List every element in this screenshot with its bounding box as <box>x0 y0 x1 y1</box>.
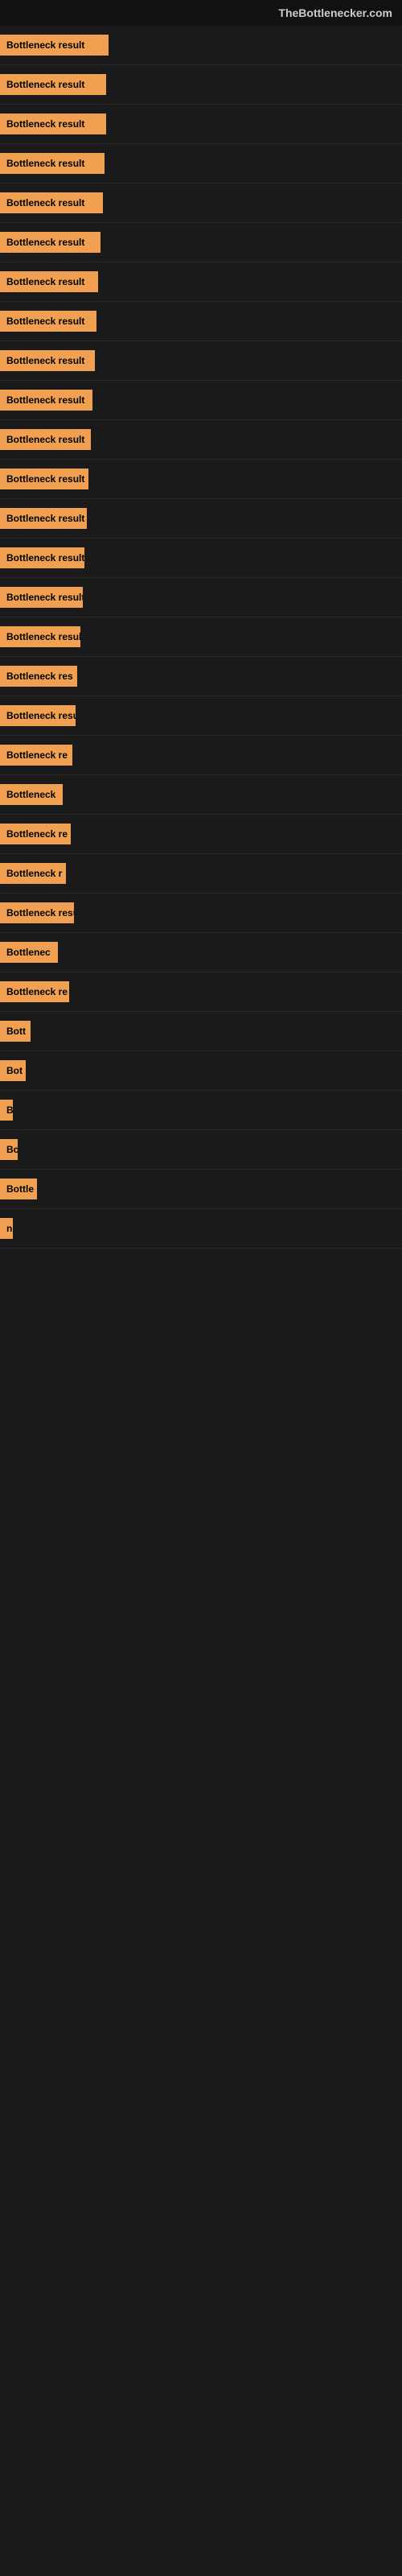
bottleneck-bar: Bott <box>0 1017 402 1046</box>
bars-container: Bottleneck result Bottleneck result Bottle… <box>0 26 402 1732</box>
bottleneck-label: Bottleneck re <box>0 745 72 766</box>
bar-row: Bottleneck result <box>0 144 402 184</box>
bar-row: Bottleneck result <box>0 381 402 420</box>
bottleneck-label: Bottleneck result <box>0 153 105 174</box>
bottleneck-label: Bottleneck result <box>0 390 92 411</box>
bottleneck-bar: Bottleneck <box>0 780 402 809</box>
bar-row: Bottleneck re <box>0 815 402 854</box>
bar-row: Bottleneck result <box>0 65 402 105</box>
bottleneck-bar: Bottleneck result <box>0 188 402 217</box>
bottleneck-label: Bottleneck result <box>0 232 100 253</box>
bottleneck-label: Bottlenec <box>0 942 58 963</box>
bottleneck-bar: Bottleneck result <box>0 622 402 651</box>
bottleneck-bar: B <box>0 1096 402 1125</box>
bottleneck-label: Bottleneck result <box>0 271 98 292</box>
bottleneck-bar: Bottleneck result <box>0 31 402 60</box>
bottleneck-bar: Bottleneck result <box>0 149 402 178</box>
bottleneck-label: Bottleneck r <box>0 863 66 884</box>
bottleneck-label: Bottleneck result <box>0 192 103 213</box>
bottleneck-bar: Bottleneck re <box>0 977 402 1006</box>
bar-row: Bottleneck resu <box>0 894 402 933</box>
bottleneck-bar: Bottleneck result <box>0 109 402 138</box>
bottleneck-bar: Bottleneck result <box>0 543 402 572</box>
bottleneck-bar: Bottleneck re <box>0 741 402 770</box>
bar-row: Bott <box>0 1012 402 1051</box>
bottleneck-label: Bottleneck result <box>0 626 80 647</box>
bar-row: Bottleneck res <box>0 657 402 696</box>
bottleneck-bar: Bottleneck re <box>0 819 402 848</box>
site-title: TheBottlenecker.com <box>0 0 402 26</box>
bottleneck-label: Bottle <box>0 1179 37 1199</box>
bottleneck-label: Bottleneck result <box>0 311 96 332</box>
bottleneck-label: Bottleneck result <box>0 350 95 371</box>
bar-row: Bottleneck result <box>0 617 402 657</box>
bottleneck-bar: Bottleneck result <box>0 464 402 493</box>
bottleneck-label: Bottleneck result <box>0 469 88 489</box>
bottleneck-label: Bottleneck res <box>0 666 77 687</box>
bottleneck-bar: Bottleneck res <box>0 662 402 691</box>
bar-row: Bottleneck re <box>0 736 402 775</box>
bottleneck-label: Bottleneck resu <box>0 902 74 923</box>
bottleneck-bar: Bottleneck result <box>0 425 402 454</box>
bar-row: B <box>0 1091 402 1130</box>
bar-row: Bottleneck re <box>0 972 402 1012</box>
bar-row: Bottleneck result <box>0 696 402 736</box>
bottleneck-label: Bottleneck re <box>0 981 69 1002</box>
bar-row: Bottleneck result <box>0 539 402 578</box>
bar-row: Bottleneck result <box>0 223 402 262</box>
bar-row: Bottleneck result <box>0 578 402 617</box>
bar-row: Bot <box>0 1051 402 1091</box>
bottleneck-bar: Bottleneck r <box>0 859 402 888</box>
bottleneck-bar: Bottleneck result <box>0 267 402 296</box>
bottleneck-label: Bottleneck result <box>0 587 83 608</box>
bottleneck-bar: Bottlenec <box>0 938 402 967</box>
bar-row: Bottleneck result <box>0 460 402 499</box>
bottleneck-label: B <box>0 1100 13 1121</box>
bottleneck-bar: Bottleneck result <box>0 504 402 533</box>
bottleneck-label: Bo <box>0 1139 18 1160</box>
bar-row: Bottlenec <box>0 933 402 972</box>
bottleneck-bar: Bottleneck result <box>0 583 402 612</box>
bottleneck-bar: Bottleneck result <box>0 228 402 257</box>
bottleneck-bar: Bot <box>0 1056 402 1085</box>
bottleneck-label: Bottleneck result <box>0 114 106 134</box>
bar-row: Bo <box>0 1130 402 1170</box>
bottleneck-label: Bottleneck re <box>0 824 71 844</box>
bar-row: Bottleneck r <box>0 854 402 894</box>
bottleneck-bar: Bottleneck result <box>0 701 402 730</box>
bottleneck-label: Bot <box>0 1060 26 1081</box>
bottleneck-label: Bott <box>0 1021 31 1042</box>
bar-row: Bottleneck result <box>0 499 402 539</box>
bottleneck-bar: Bottle <box>0 1174 402 1203</box>
bottleneck-label: Bottleneck result <box>0 429 91 450</box>
bottleneck-label: n <box>0 1218 13 1239</box>
bottleneck-bar: Bottleneck result <box>0 386 402 415</box>
bar-row: Bottleneck result <box>0 105 402 144</box>
bottleneck-bar: Bo <box>0 1135 402 1164</box>
bottleneck-label: Bottleneck result <box>0 74 106 95</box>
bar-row: Bottle <box>0 1170 402 1209</box>
bar-row: Bottleneck result <box>0 184 402 223</box>
bar-row: Bottleneck result <box>0 341 402 381</box>
bottleneck-bar: Bottleneck resu <box>0 898 402 927</box>
bar-row: Bottleneck result <box>0 262 402 302</box>
bar-row: Bottleneck result <box>0 26 402 65</box>
bottleneck-label: Bottleneck result <box>0 547 84 568</box>
bottleneck-bar: Bottleneck result <box>0 70 402 99</box>
bar-row: Bottleneck <box>0 775 402 815</box>
bottleneck-bar: Bottleneck result <box>0 307 402 336</box>
bar-row: Bottleneck result <box>0 302 402 341</box>
empty-space <box>0 1249 402 1732</box>
bottleneck-label: Bottleneck result <box>0 508 87 529</box>
bar-row: Bottleneck result <box>0 420 402 460</box>
bottleneck-bar: n <box>0 1214 402 1243</box>
bar-row: n <box>0 1209 402 1249</box>
bottleneck-label: Bottleneck result <box>0 705 76 726</box>
bottleneck-label: Bottleneck result <box>0 35 109 56</box>
bottleneck-bar: Bottleneck result <box>0 346 402 375</box>
bottleneck-label: Bottleneck <box>0 784 63 805</box>
